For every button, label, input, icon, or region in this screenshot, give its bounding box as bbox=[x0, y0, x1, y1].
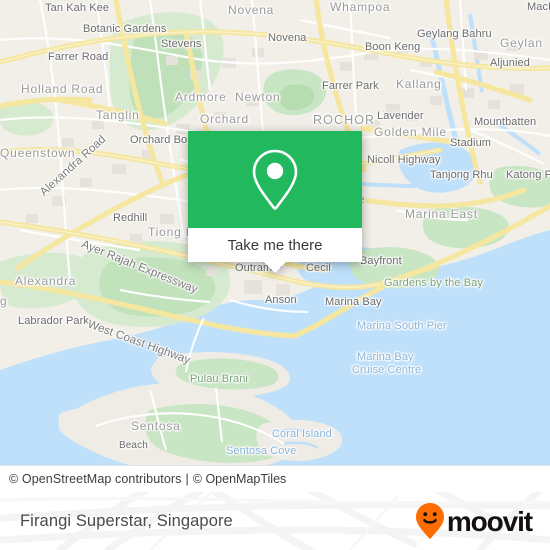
map-page: Tan Kah KeeNovenaWhampoaMacPBotanic Gard… bbox=[0, 0, 550, 550]
moovit-logo[interactable]: moovit bbox=[415, 492, 533, 550]
take-me-there-button[interactable]: Take me there bbox=[188, 228, 362, 262]
map-attribution-bar: © OpenStreetMap contributors | © OpenMap… bbox=[0, 465, 550, 492]
moovit-wordmark: moovit bbox=[446, 506, 533, 537]
take-me-there-label: Take me there bbox=[227, 236, 323, 254]
place-title: Firangi Superstar, Singapore bbox=[20, 492, 233, 550]
popup-pointer-tail bbox=[264, 262, 286, 273]
place-popup-card[interactable]: Take me there bbox=[188, 131, 362, 273]
page-footer: Firangi Superstar, Singapore moovit bbox=[0, 492, 550, 550]
osm-attribution-link[interactable]: © OpenStreetMap contributors bbox=[0, 472, 182, 486]
map-pin-icon bbox=[252, 149, 298, 210]
openmaptiles-attribution-link[interactable]: © OpenMapTiles bbox=[193, 472, 287, 486]
popup-place-image bbox=[188, 131, 362, 228]
map-canvas[interactable]: Tan Kah KeeNovenaWhampoaMacPBotanic Gard… bbox=[0, 0, 550, 492]
attribution-separator: | bbox=[185, 472, 189, 486]
moovit-smiley-pin-icon bbox=[415, 503, 444, 539]
place-title-text: Firangi Superstar, Singapore bbox=[20, 511, 233, 530]
